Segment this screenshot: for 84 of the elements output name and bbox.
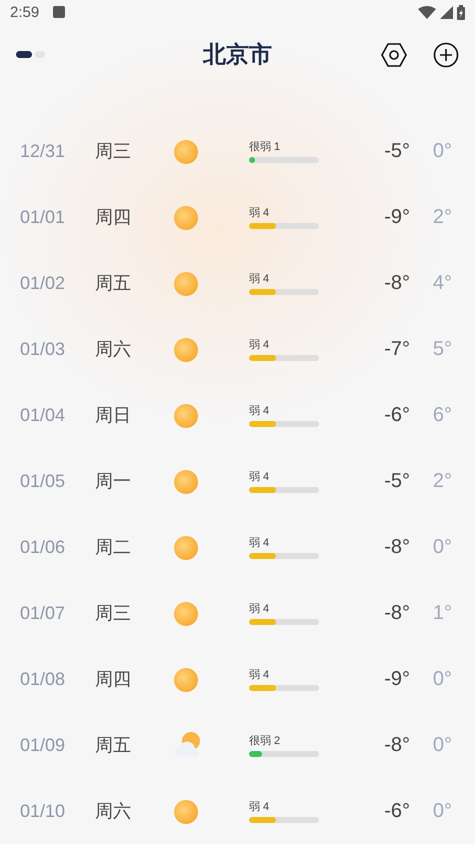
air-quality-label: 弱 4: [249, 404, 270, 418]
sun-icon: [173, 467, 201, 495]
temperature-text: 0°: [432, 800, 452, 822]
sun-icon: [173, 137, 201, 165]
date-text: 01/03: [19, 338, 66, 360]
date-text: 01/01: [19, 206, 66, 228]
air-quality-label: 弱 4: [249, 536, 270, 550]
date-text: 01/06: [19, 536, 66, 558]
air-quality-label: 弱 4: [249, 470, 270, 484]
battery-icon: [457, 4, 465, 20]
temperature-text: -9°: [383, 668, 410, 690]
settings-icon[interactable]: [381, 42, 407, 67]
add-icon[interactable]: [433, 42, 459, 68]
signal-icon: [440, 6, 453, 19]
air-quality-label: 弱 4: [249, 206, 270, 220]
air-quality-bar: [249, 487, 319, 493]
date-text: 01/10: [19, 800, 66, 822]
air-quality-bar: [249, 355, 319, 361]
temperature-text: 2°: [432, 206, 452, 228]
temperature-text: 5°: [432, 338, 452, 360]
air-quality-bar: [249, 289, 319, 295]
date-text: 01/08: [19, 668, 66, 690]
date-text: 01/07: [19, 602, 66, 624]
air-quality-bar: [249, 553, 319, 559]
temperature-text: 1°: [432, 602, 452, 624]
air-quality-bar: [249, 685, 319, 691]
sun-icon: [173, 401, 201, 429]
weekday-text: 周六: [95, 338, 132, 361]
air-quality-label: 很弱 1: [249, 140, 280, 154]
air-quality-label: 很弱 2: [249, 734, 280, 748]
temperature-text: 0°: [432, 536, 452, 558]
air-quality-bar: [249, 751, 319, 757]
temperature-text: 4°: [432, 272, 452, 294]
temperature-text: -5°: [383, 140, 410, 162]
temperature-text: -8°: [383, 272, 410, 294]
date-text: 01/05: [19, 470, 66, 492]
temperature-text: -8°: [383, 602, 410, 624]
weekday-text: 周三: [95, 602, 132, 625]
air-quality-bar: [249, 157, 319, 163]
temperature-text: -8°: [383, 536, 410, 558]
air-quality-bar: [249, 619, 319, 625]
air-quality-bar: [249, 223, 319, 229]
sun-icon: [173, 269, 201, 297]
date-text: 12/31: [19, 140, 66, 162]
clock-text: 2:59: [10, 4, 40, 21]
air-quality-label: 弱 4: [249, 602, 270, 616]
wifi-icon: [418, 6, 436, 19]
weekday-text: 周六: [95, 800, 132, 823]
weekday-text: 周三: [95, 140, 132, 163]
air-quality-bar: [249, 817, 319, 823]
sun-icon: [173, 665, 201, 693]
temperature-text: -5°: [383, 470, 410, 492]
weekday-text: 周四: [95, 206, 132, 229]
sun-icon: [173, 599, 201, 627]
temperature-text: 6°: [432, 404, 452, 426]
keyboard-icon: [53, 6, 66, 18]
weekday-text: 周五: [95, 734, 132, 757]
sun-icon: [173, 203, 201, 231]
date-text: 01/02: [19, 272, 66, 294]
weekday-text: 周日: [95, 404, 132, 427]
temperature-text: 0°: [432, 140, 452, 162]
weekday-text: 周一: [95, 470, 132, 493]
air-quality-label: 弱 4: [249, 272, 270, 286]
sun-icon: [173, 797, 201, 825]
air-quality-label: 弱 4: [249, 338, 270, 352]
temperature-text: 2°: [432, 470, 452, 492]
air-quality-bar: [249, 421, 319, 427]
temperature-text: -8°: [383, 734, 410, 756]
weekday-text: 周四: [95, 668, 132, 691]
air-quality-label: 弱 4: [249, 668, 270, 682]
sun-icon: [173, 533, 201, 561]
weekday-text: 周二: [95, 536, 132, 559]
temperature-text: 0°: [432, 668, 452, 690]
city-title: 北京市: [202, 41, 273, 70]
temperature-text: 0°: [432, 734, 452, 756]
weekday-text: 周五: [95, 272, 132, 295]
sun-icon: [173, 335, 201, 363]
temperature-text: -9°: [383, 206, 410, 228]
date-text: 01/09: [19, 734, 66, 756]
air-quality-label: 弱 4: [249, 800, 270, 814]
date-text: 01/04: [19, 404, 66, 426]
temperature-text: -6°: [383, 800, 410, 822]
temperature-text: -6°: [383, 404, 410, 426]
temperature-text: -7°: [383, 338, 410, 360]
